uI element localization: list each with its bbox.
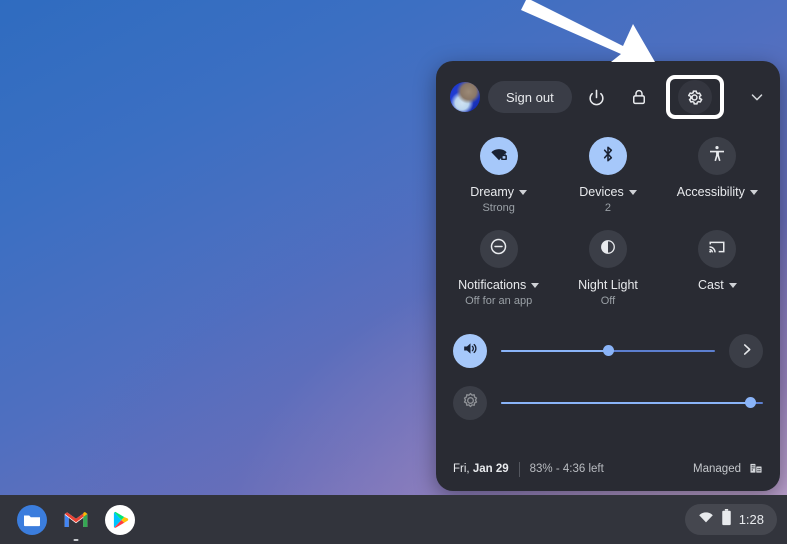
quick-settings-top-row: Sign out [436,61,780,133]
brightness-slider-thumb[interactable] [744,397,756,408]
chevron-down-icon[interactable] [628,189,637,195]
tile-night-light[interactable]: Night Light Off [553,230,662,307]
tile-label-text: Dreamy [470,185,515,199]
cast-icon [707,237,727,262]
quick-settings-panel: Sign out Dreamy Strong Devices 2 Accessi… [436,61,780,491]
night-light-tile-label-row: Night Light [578,278,638,292]
tile-accessibility[interactable]: Accessibility [663,137,772,214]
volume-mute-button[interactable] [453,334,487,368]
user-avatar[interactable] [450,82,480,112]
bluetooth-tile-icon-circle [588,137,627,175]
date-label[interactable]: Fri, Jan 29 [453,463,509,475]
audio-settings-button[interactable] [729,334,763,368]
settings-gear-button[interactable] [677,80,712,114]
tile-label-text: Night Light [578,278,638,292]
date-main: Jan 29 [472,463,509,475]
lock-button[interactable] [622,80,656,114]
shelf-app-gmail[interactable] [54,498,98,542]
wifi-locked-icon [489,144,509,169]
status-tray-button[interactable]: 1:28 [684,504,777,535]
managed-indicator[interactable]: Managed [693,461,763,478]
network-tile-label-row: Dreamy [470,185,528,199]
clock-label: 1:28 [738,512,764,527]
tile-cast[interactable]: Cast [663,230,772,307]
tile-network[interactable]: Dreamy Strong [444,137,553,214]
chevron-down-icon[interactable] [749,189,758,195]
brightness-slider-row [436,377,780,429]
bluetooth-tile-label-row: Devices [579,185,637,199]
accessibility-tile-label-row: Accessibility [677,185,758,199]
chevron-down-icon[interactable] [519,189,528,195]
date-prefix: Fri, [453,463,473,475]
network-tile-icon-circle [479,137,518,175]
managed-label: Managed [693,463,741,475]
chevron-right-icon [738,341,755,361]
tile-bluetooth[interactable]: Devices 2 [553,137,662,214]
tile-label-text: Notifications [458,278,527,292]
bluetooth-tile-sublabel: 2 [604,202,612,214]
network-tile-sublabel: Strong [482,202,515,214]
tile-label-text: Cast [697,278,724,292]
desktop-wallpaper: Sign out Dreamy Strong Devices 2 Accessi… [0,0,787,544]
wifi-icon [698,509,714,530]
battery-icon [721,508,732,531]
shelf: 1:28 [0,495,787,544]
cast-tile-icon-circle [698,230,737,268]
cast-tile-label-row: Cast [698,278,737,292]
brightness-icon [461,391,480,415]
volume-slider-row [436,325,780,377]
shelf-app-play-store[interactable] [98,498,142,542]
lock-icon [630,88,648,106]
chevron-down-icon [748,88,766,106]
accessibility-icon [707,144,727,169]
notifications-tile-icon-circle [479,230,518,268]
volume-icon [461,339,480,363]
settings-gear-highlight [665,75,724,119]
brightness-slider-track[interactable] [501,394,763,412]
tile-label-text: Devices [579,185,624,199]
app-running-indicator [73,538,79,541]
power-icon [587,88,606,107]
sign-out-button[interactable]: Sign out [488,81,572,113]
night-light-tile-sublabel: Off [600,295,616,307]
notifications-tile-sublabel: Off for an app [465,295,533,307]
night-light-icon [598,237,618,262]
shelf-app-files[interactable] [10,498,54,542]
notifications-tile-label-row: Notifications [458,278,540,292]
chevron-down-icon[interactable] [531,282,540,288]
tile-notifications[interactable]: Notifications Off for an app [444,230,553,307]
quick-settings-footer: Fri, Jan 29 83% - 4:36 left Managed [436,447,780,491]
bluetooth-icon [598,144,618,169]
volume-slider-fill [501,350,608,352]
power-button[interactable] [580,80,614,114]
volume-slider-thumb[interactable] [603,345,614,356]
do-not-disturb-icon [488,236,509,262]
footer-divider [518,461,520,477]
volume-slider-track[interactable] [501,342,715,360]
chevron-down-icon[interactable] [728,282,737,288]
gear-icon [685,88,704,107]
tile-label-text: Accessibility [676,185,745,199]
quick-settings-tiles: Dreamy Strong Devices 2 Accessibility No… [436,133,780,307]
battery-status-label: 83% - 4:36 left [529,463,604,475]
accessibility-tile-icon-circle [698,137,737,175]
brightness-button[interactable] [453,386,487,420]
collapse-panel-button[interactable] [740,80,774,114]
brightness-slider-fill [501,402,750,404]
enterprise-icon [749,461,763,478]
night-light-tile-icon-circle [588,230,627,268]
